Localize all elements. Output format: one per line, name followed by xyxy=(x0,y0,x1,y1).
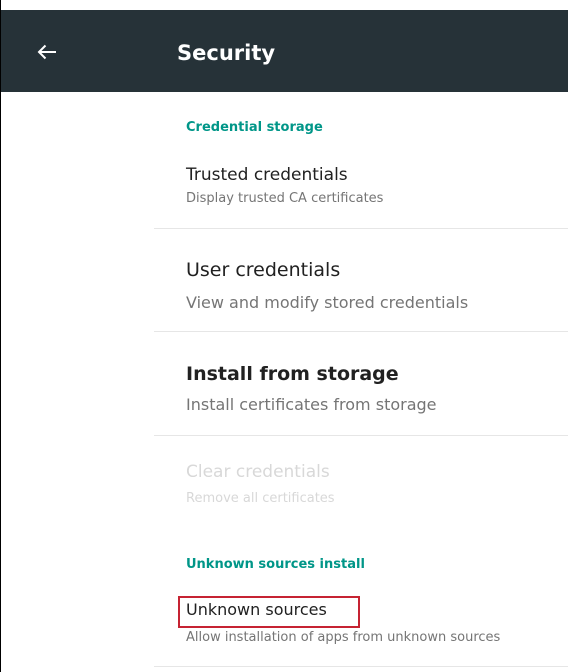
trusted-credentials-subtitle: Display trusted CA certificates xyxy=(186,191,384,206)
trusted-credentials-title: Trusted credentials xyxy=(186,165,348,185)
user-credentials-title: User credentials xyxy=(186,259,341,281)
clear-credentials-title: Clear credentials xyxy=(186,462,330,482)
install-from-storage-item[interactable]: Install from storage Install certificate… xyxy=(154,348,568,433)
clear-credentials-subtitle: Remove all certificates xyxy=(186,491,335,506)
arrow-back-icon xyxy=(33,37,63,67)
back-button[interactable] xyxy=(33,37,63,67)
unknown-sources-item[interactable]: Unknown sources Allow installation of ap… xyxy=(154,592,568,662)
page-title: Security xyxy=(177,41,276,65)
top-margin xyxy=(0,0,568,10)
left-border xyxy=(0,0,1,672)
divider xyxy=(154,666,568,667)
section-header-unknown-sources: Unknown sources install xyxy=(186,557,365,572)
unknown-sources-subtitle: Allow installation of apps from unknown … xyxy=(186,630,501,645)
divider xyxy=(154,228,568,229)
clear-credentials-item[interactable]: Clear credentials Remove all certificate… xyxy=(154,450,568,520)
security-settings-screen: Security Credential storage Trusted cred… xyxy=(0,0,568,672)
section-header-credential-storage: Credential storage xyxy=(186,120,323,135)
user-credentials-item[interactable]: User credentials View and modify stored … xyxy=(154,245,568,330)
divider xyxy=(154,331,568,332)
unknown-sources-title: Unknown sources xyxy=(186,600,327,619)
user-credentials-subtitle: View and modify stored credentials xyxy=(186,293,469,312)
install-from-storage-title: Install from storage xyxy=(186,363,399,385)
app-bar: Security xyxy=(1,10,568,92)
trusted-credentials-item[interactable]: Trusted credentials Display trusted CA c… xyxy=(154,155,568,225)
divider xyxy=(154,435,568,436)
install-from-storage-subtitle: Install certificates from storage xyxy=(186,395,437,414)
